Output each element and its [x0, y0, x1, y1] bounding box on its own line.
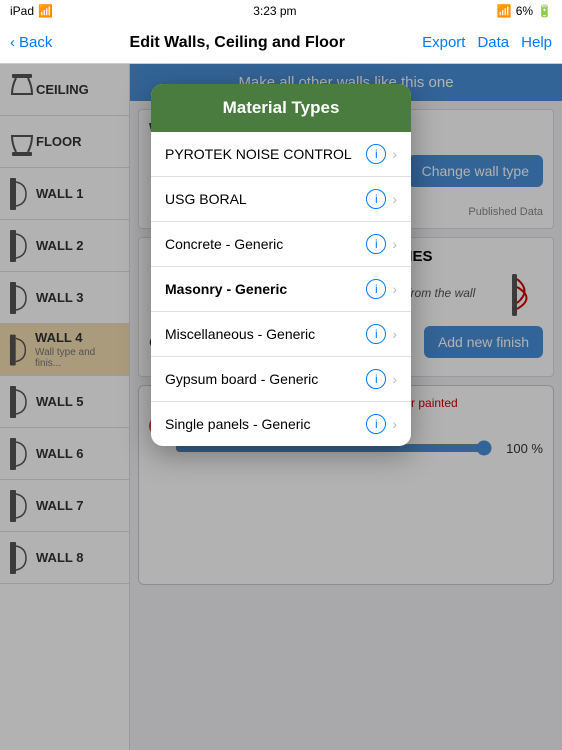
material-chevron-4: › [392, 326, 397, 342]
material-chevron-2: › [392, 236, 397, 252]
export-button[interactable]: Export [422, 34, 465, 51]
data-button[interactable]: Data [477, 34, 509, 51]
bluetooth-icon: 📶 [497, 4, 512, 18]
material-info-icon-2[interactable]: i [366, 234, 386, 254]
material-item-left-1: USG BORAL [165, 191, 366, 207]
material-item-5[interactable]: Gypsum board - Generic i › [151, 357, 411, 402]
material-name-0: PYROTEK NOISE CONTROL [165, 146, 352, 162]
material-item-left-0: PYROTEK NOISE CONTROL [165, 146, 366, 162]
material-info-icon-3[interactable]: i [366, 279, 386, 299]
material-info-icon-1[interactable]: i [366, 189, 386, 209]
material-item-left-3: Masonry - Generic [165, 281, 366, 297]
material-types-header: Material Types [151, 84, 411, 132]
nav-bar: ‹ Back Edit Walls, Ceiling and Floor Exp… [0, 22, 562, 64]
wifi-icon: 📶 [38, 4, 53, 18]
material-item-2[interactable]: Concrete - Generic i › [151, 222, 411, 267]
material-item-left-2: Concrete - Generic [165, 236, 366, 252]
material-info-icon-0[interactable]: i [366, 144, 386, 164]
battery-percent: 6% [516, 4, 533, 18]
material-info-icon-4[interactable]: i [366, 324, 386, 344]
material-name-3: Masonry - Generic [165, 281, 287, 297]
back-label: Back [19, 34, 52, 51]
material-chevron-6: › [392, 416, 397, 432]
main-layout: CEILING FLOOR WALL 1 WALL 2 [0, 64, 562, 750]
status-left: iPad 📶 [10, 4, 53, 18]
status-bar: iPad 📶 3:23 pm 📶 6% 🔋 [0, 0, 562, 22]
chevron-left-icon: ‹ [10, 34, 15, 51]
material-item-left-6: Single panels - Generic [165, 416, 366, 432]
material-name-6: Single panels - Generic [165, 416, 311, 432]
material-types-popup: Material Types PYROTEK NOISE CONTROL i ›… [151, 84, 411, 446]
nav-actions: Export Data Help [422, 34, 552, 51]
material-item-1[interactable]: USG BORAL i › [151, 177, 411, 222]
battery-icon: 🔋 [537, 4, 552, 18]
material-name-2: Concrete - Generic [165, 236, 283, 252]
material-item-4[interactable]: Miscellaneous - Generic i › [151, 312, 411, 357]
carrier-label: iPad [10, 4, 34, 18]
page-title: Edit Walls, Ceiling and Floor [130, 34, 345, 52]
material-item-left-4: Miscellaneous - Generic [165, 326, 366, 342]
material-name-1: USG BORAL [165, 191, 247, 207]
material-item-left-5: Gypsum board - Generic [165, 371, 366, 387]
material-info-icon-5[interactable]: i [366, 369, 386, 389]
status-right: 📶 6% 🔋 [497, 4, 552, 18]
back-button[interactable]: ‹ Back [10, 34, 52, 51]
material-chevron-0: › [392, 146, 397, 162]
status-time: 3:23 pm [253, 4, 296, 18]
modal-overlay[interactable]: Material Types PYROTEK NOISE CONTROL i ›… [0, 64, 562, 750]
material-name-5: Gypsum board - Generic [165, 371, 318, 387]
help-button[interactable]: Help [521, 34, 552, 51]
material-chevron-1: › [392, 191, 397, 207]
material-item-6[interactable]: Single panels - Generic i › [151, 402, 411, 446]
material-item-0[interactable]: PYROTEK NOISE CONTROL i › [151, 132, 411, 177]
material-chevron-3: › [392, 281, 397, 297]
material-info-icon-6[interactable]: i [366, 414, 386, 434]
material-item-3[interactable]: Masonry - Generic i › [151, 267, 411, 312]
material-chevron-5: › [392, 371, 397, 387]
material-name-4: Miscellaneous - Generic [165, 326, 315, 342]
